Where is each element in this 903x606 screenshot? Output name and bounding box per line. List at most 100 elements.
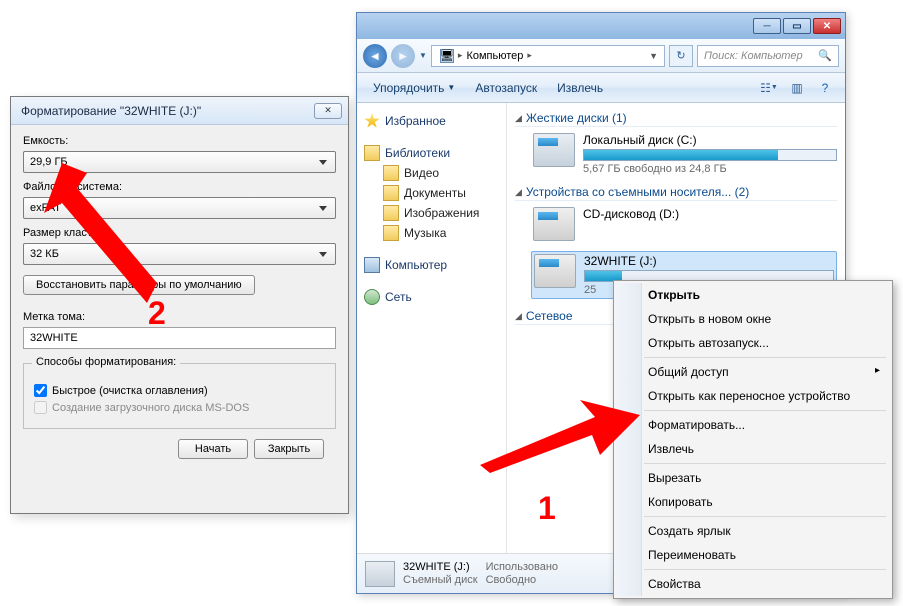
breadcrumb-computer[interactable]: Компьютер [466,50,523,62]
filesystem-value: exFAT [30,202,61,214]
msdos-checkbox: Создание загрузочного диска MS-DOS [34,401,325,414]
filesystem-select[interactable]: exFAT [23,197,336,219]
close-button[interactable]: Закрыть [254,439,324,459]
context-menu: Открыть Открыть в новом окне Открыть авт… [613,280,893,599]
folder-icon [383,225,399,241]
network-icon [364,289,380,305]
drive-name: CD-дисковод (D:) [583,207,837,221]
format-titlebar[interactable]: Форматирование "32WHITE (J:)" ✕ [11,97,348,125]
nav-documents[interactable]: Документы [361,183,502,203]
folder-icon [383,205,399,221]
cd-icon [533,207,575,241]
close-icon[interactable]: ✕ [314,103,342,119]
ctx-open-new-window[interactable]: Открыть в новом окне [616,307,890,331]
history-dropdown-icon[interactable]: ▼ [419,51,427,60]
ctx-eject[interactable]: Извлечь [616,437,890,461]
address-bar-row: ◄ ► ▼ 🖥 ▸ Компьютер ▸ ▼ ↻ Поиск: Компьют… [357,39,845,73]
collapse-icon: ◢ [515,187,522,198]
msdos-label: Создание загрузочного диска MS-DOS [52,402,249,414]
collapse-icon: ◢ [515,113,522,124]
format-options-group: Способы форматирования: Быстрое (очистка… [23,363,336,429]
cluster-value: 32 КБ [30,248,59,260]
nav-favorites[interactable]: Избранное [361,111,502,131]
restore-defaults-button[interactable]: Восстановить параметры по умолчанию [23,275,255,295]
ctx-create-shortcut[interactable]: Создать ярлык [616,519,890,543]
help-button[interactable]: ? [813,78,837,98]
ctx-open[interactable]: Открыть [616,283,890,307]
msdos-input [34,401,47,414]
drive-name: 32WHITE (J:) [584,254,834,268]
ctx-portable-device[interactable]: Открыть как переносное устройство [616,384,890,408]
search-placeholder: Поиск: Компьютер [704,50,803,62]
annotation-badge-2: 2 [148,295,166,332]
search-input[interactable]: Поиск: Компьютер 🔍 [697,45,839,67]
nav-pictures[interactable]: Изображения [361,203,502,223]
status-type: Съемный диск [403,574,478,587]
nav-pane: Избранное Библиотеки Видео Документы Изо… [357,103,507,553]
nav-music[interactable]: Музыка [361,223,502,243]
status-used-label: Использовано [486,561,558,574]
drive-cd-d[interactable]: CD-дисковод (D:) [533,207,837,241]
quick-format-input[interactable] [34,384,47,397]
status-free-label: Свободно [486,574,558,587]
section-hdd[interactable]: ◢Жесткие диски (1) [515,111,837,127]
ctx-properties[interactable]: Свойства [616,572,890,596]
search-icon: 🔍 [818,49,832,62]
chevron-right-icon: ▸ [458,50,463,61]
drive-name: Локальный диск (C:) [583,133,837,147]
folder-icon [383,165,399,181]
hdd-icon [533,133,575,167]
section-removable[interactable]: ◢Устройства со съемными носителя... (2) [515,185,837,201]
explorer-titlebar[interactable]: ─ ▭ ✕ [357,13,845,39]
chevron-down-icon: ▼ [447,83,455,92]
minimize-icon[interactable]: ─ [753,18,781,34]
ctx-cut[interactable]: Вырезать [616,466,890,490]
ctx-rename[interactable]: Переименовать [616,543,890,567]
explorer-toolbar: Упорядочить▼ Автозапуск Извлечь ☷▼ ▥ ? [357,73,845,103]
capacity-select[interactable]: 29,9 ГБ [23,151,336,173]
close-window-icon[interactable]: ✕ [813,18,841,34]
chevron-down-icon[interactable]: ▼ [643,51,664,61]
volume-label: Метка тома: [23,311,336,323]
nav-libraries[interactable]: Библиотеки [361,143,502,163]
cluster-label: Размер кластера: [23,227,336,239]
drive-local-c[interactable]: Локальный диск (C:) 5,67 ГБ свободно из … [533,133,837,175]
eject-button[interactable]: Извлечь [549,78,611,98]
start-button[interactable]: Начать [178,439,248,459]
nav-video[interactable]: Видео [361,163,502,183]
star-icon [364,113,380,129]
annotation-badge-1: 1 [538,490,556,527]
ctx-share[interactable]: Общий доступ [616,360,890,384]
libraries-icon [364,145,380,161]
autorun-button[interactable]: Автозапуск [467,78,545,98]
refresh-button[interactable]: ↻ [669,45,693,67]
maximize-icon[interactable]: ▭ [783,18,811,34]
filesystem-label: Файловая система: [23,181,336,193]
preview-pane-button[interactable]: ▥ [785,78,809,98]
format-options-legend: Способы форматирования: [32,356,180,368]
collapse-icon: ◢ [515,311,522,322]
quick-format-label: Быстрое (очистка оглавления) [52,385,208,397]
ctx-open-autorun[interactable]: Открыть автозапуск... [616,331,890,355]
address-bar[interactable]: 🖥 ▸ Компьютер ▸ ▼ [431,45,665,67]
drive-sub: 5,67 ГБ свободно из 24,8 ГБ [583,163,837,175]
removable-icon [534,254,576,288]
ctx-format[interactable]: Форматировать... [616,413,890,437]
nav-network[interactable]: Сеть [361,287,502,307]
status-name: 32WHITE (J:) [403,561,478,574]
folder-icon [383,185,399,201]
cluster-select[interactable]: 32 КБ [23,243,336,265]
computer-icon [364,257,380,273]
volume-input[interactable] [23,327,336,349]
view-mode-button[interactable]: ☷▼ [757,78,781,98]
organize-menu[interactable]: Упорядочить▼ [365,78,463,98]
capacity-bar [583,149,837,161]
quick-format-checkbox[interactable]: Быстрое (очистка оглавления) [34,384,325,397]
ctx-copy[interactable]: Копировать [616,490,890,514]
removable-icon [365,561,395,587]
nav-computer[interactable]: Компьютер [361,255,502,275]
back-button[interactable]: ◄ [363,44,387,68]
forward-button[interactable]: ► [391,44,415,68]
format-dialog: Форматирование "32WHITE (J:)" ✕ Емкость:… [10,96,349,514]
chevron-right-icon[interactable]: ▸ [527,50,532,61]
